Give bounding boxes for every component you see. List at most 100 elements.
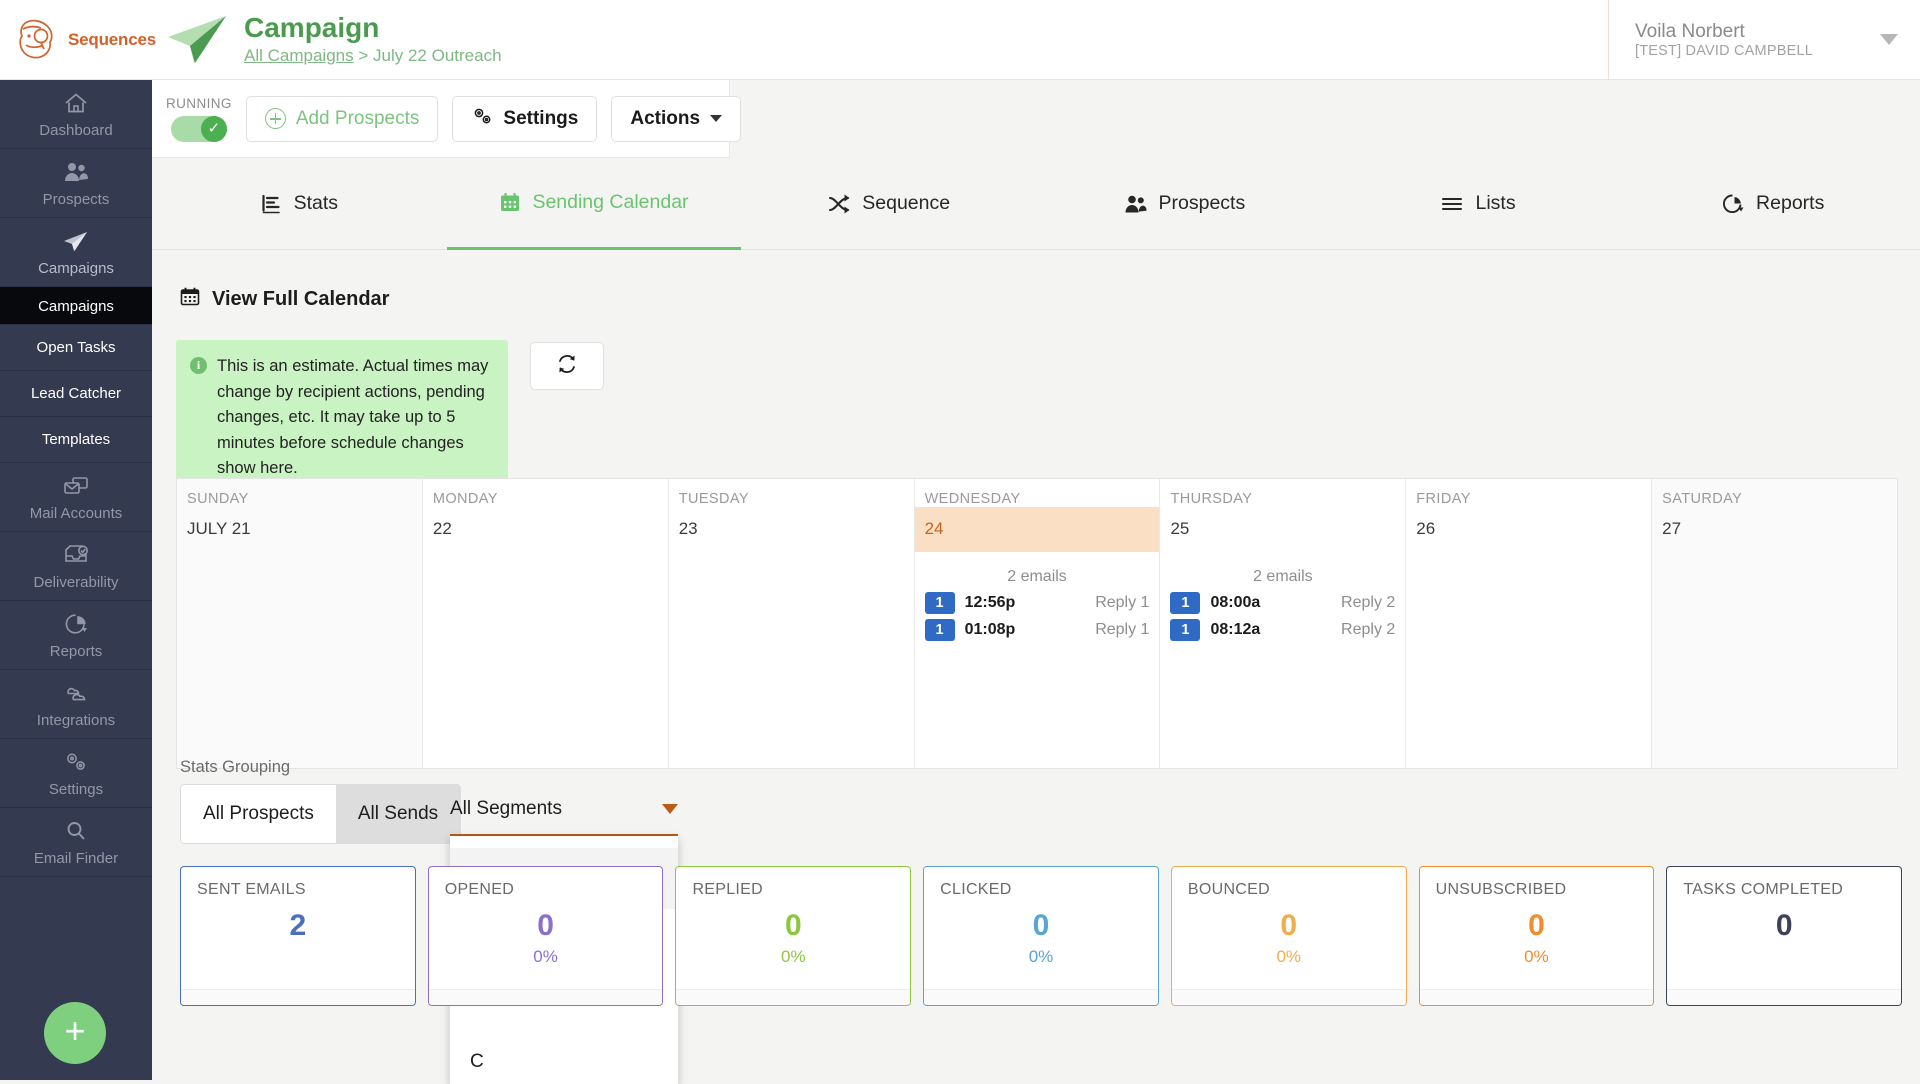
event-count-badge: 1 bbox=[1170, 592, 1200, 614]
stat-card-opened[interactable]: OPENED00% bbox=[428, 866, 664, 1006]
tab-prospects[interactable]: Prospects bbox=[1036, 158, 1331, 250]
calendar-day-body bbox=[1406, 552, 1651, 768]
user-account: [TEST] DAVID CAMPBELL bbox=[1635, 43, 1813, 59]
stat-card-value: 0 bbox=[940, 909, 1142, 943]
paper-plane-icon bbox=[164, 13, 230, 67]
tab-label: Stats bbox=[294, 192, 338, 215]
sidebar-item-label: Templates bbox=[42, 431, 110, 448]
tab-sending-calendar[interactable]: Sending Calendar bbox=[447, 158, 742, 250]
breadcrumb-all-campaigns[interactable]: All Campaigns bbox=[244, 46, 354, 65]
calendar-day-name: FRIDAY bbox=[1406, 479, 1651, 507]
sidebar-item-mail-accounts[interactable]: Mail Accounts bbox=[0, 463, 152, 532]
stat-card-tasks-completed[interactable]: TASKS COMPLETED0 bbox=[1666, 866, 1902, 1006]
calendar-event-row[interactable]: 108:00aReply 2 bbox=[1170, 592, 1395, 614]
actions-button[interactable]: Actions bbox=[611, 96, 741, 142]
calendar-week-row: SUNDAYJULY 21MONDAY22TUESDAY23WEDNESDAY2… bbox=[177, 479, 1897, 768]
calendar-event-row[interactable]: 101:08pReply 1 bbox=[925, 619, 1150, 641]
stat-card-value: 0 bbox=[1683, 909, 1885, 943]
add-prospects-button[interactable]: Add Prospects bbox=[246, 96, 439, 142]
stat-card-value: 0 bbox=[1436, 909, 1638, 943]
stat-card-footer bbox=[429, 989, 663, 1005]
sidebar-item-settings[interactable]: Settings bbox=[0, 739, 152, 808]
tab-label: Sending Calendar bbox=[532, 191, 688, 214]
stat-card-value: 0 bbox=[445, 909, 647, 943]
campaign-action-toolbar: RUNNING ✓ Add Prospects Settings Actions bbox=[152, 80, 730, 158]
calendar-day-name: TUESDAY bbox=[669, 479, 914, 507]
calendar-day-name: SATURDAY bbox=[1652, 479, 1897, 507]
calendar-event-row[interactable]: 112:56pReply 1 bbox=[925, 592, 1150, 614]
stat-card-clicked[interactable]: CLICKED00% bbox=[923, 866, 1159, 1006]
segment-option-c[interactable]: C bbox=[450, 1031, 678, 1084]
calendar-day-name: THURSDAY bbox=[1160, 479, 1405, 507]
info-icon: i bbox=[190, 357, 207, 374]
chevron-down-icon[interactable] bbox=[1880, 34, 1898, 45]
calendar-day-number: 22 bbox=[423, 507, 668, 552]
event-step-name: Reply 1 bbox=[1095, 621, 1149, 639]
calendar-day-name: WEDNESDAY bbox=[915, 479, 1160, 507]
event-time: 08:12a bbox=[1210, 621, 1260, 639]
add-new-button[interactable]: + bbox=[44, 1002, 106, 1064]
event-step-name: Reply 1 bbox=[1095, 594, 1149, 612]
stat-card-percent: 0% bbox=[940, 947, 1142, 967]
sidebar-item-label: Integrations bbox=[37, 712, 115, 729]
top-bar: Sequences Campaign All Campaigns > July … bbox=[0, 0, 1920, 80]
tab-lists[interactable]: Lists bbox=[1331, 158, 1626, 250]
sidebar-item-prospects[interactable]: Prospects bbox=[0, 149, 152, 218]
stat-card-label: BOUNCED bbox=[1188, 881, 1390, 899]
breadcrumb-current: July 22 Outreach bbox=[373, 46, 502, 65]
stat-card-bounced[interactable]: BOUNCED00% bbox=[1171, 866, 1407, 1006]
toggle-all-sends[interactable]: All Sends bbox=[336, 785, 460, 843]
sidebar-item-label: Prospects bbox=[43, 191, 110, 208]
stat-card-label: SENT EMAILS bbox=[197, 881, 399, 899]
calendar-day-column: TUESDAY23 bbox=[669, 479, 915, 768]
tab-sequence[interactable]: Sequence bbox=[741, 158, 1036, 250]
stat-card-footer bbox=[1420, 989, 1654, 1005]
brand-logo[interactable]: Sequences bbox=[0, 0, 152, 80]
tab-stats[interactable]: Stats bbox=[152, 158, 447, 250]
calendar-day-column: SATURDAY27 bbox=[1652, 479, 1897, 768]
norbert-face-icon bbox=[14, 16, 58, 64]
stat-card-percent: 0% bbox=[1188, 947, 1390, 967]
sidebar-item-templates[interactable]: Templates bbox=[0, 417, 152, 463]
stat-card-sent-emails[interactable]: SENT EMAILS2 bbox=[180, 866, 416, 1006]
sidebar-item-email-finder[interactable]: Email Finder bbox=[0, 808, 152, 877]
event-time: 12:56p bbox=[965, 594, 1016, 612]
sidebar-item-campaigns[interactable]: Campaigns bbox=[0, 218, 152, 287]
stat-card-replied[interactable]: REPLIED00% bbox=[675, 866, 911, 1006]
event-time: 01:08p bbox=[965, 621, 1016, 639]
calendar-event-row[interactable]: 108:12aReply 2 bbox=[1170, 619, 1395, 641]
sidebar-item-open-tasks[interactable]: Open Tasks bbox=[0, 325, 152, 371]
segment-select-trigger[interactable]: All Segments bbox=[450, 784, 678, 836]
sidebar-item-integrations[interactable]: Integrations bbox=[0, 670, 152, 739]
calendar-day-body bbox=[1652, 552, 1897, 768]
sidebar-item-campaigns-active[interactable]: Campaigns bbox=[0, 287, 152, 325]
campaign-running-toggle[interactable]: ✓ bbox=[171, 116, 227, 142]
chevron-down-icon bbox=[710, 115, 722, 122]
shuffle-icon bbox=[827, 193, 851, 215]
sidebar-item-lead-catcher[interactable]: Lead Catcher bbox=[0, 371, 152, 417]
view-full-calendar-button[interactable]: View Full Calendar bbox=[152, 250, 1920, 312]
refresh-icon bbox=[555, 352, 579, 381]
gears-icon bbox=[471, 106, 493, 132]
home-icon bbox=[4, 91, 148, 117]
sidebar-item-reports[interactable]: Reports bbox=[0, 601, 152, 670]
refresh-calendar-button[interactable] bbox=[530, 342, 604, 390]
sidebar-item-label: Reports bbox=[50, 643, 103, 660]
pie-chart-icon bbox=[4, 612, 148, 638]
sidebar-item-deliverability[interactable]: Deliverability bbox=[0, 532, 152, 601]
toggle-all-prospects[interactable]: All Prospects bbox=[181, 785, 336, 843]
list-icon bbox=[1440, 193, 1464, 215]
sidebar-item-dashboard[interactable]: Dashboard bbox=[0, 80, 152, 149]
running-label: RUNNING bbox=[166, 96, 232, 111]
brand-name: Sequences bbox=[68, 30, 156, 50]
user-menu[interactable]: Voila Norbert [TEST] DAVID CAMPBELL bbox=[1608, 0, 1920, 80]
settings-button[interactable]: Settings bbox=[452, 96, 597, 142]
stat-card-unsubscribed[interactable]: UNSUBSCRIBED00% bbox=[1419, 866, 1655, 1006]
breadcrumb: All Campaigns > July 22 Outreach bbox=[244, 46, 502, 66]
estimate-banner: i This is an estimate. Actual times may … bbox=[176, 340, 508, 496]
settings-label: Settings bbox=[503, 108, 578, 130]
calendar-emails-count: 2 emails bbox=[925, 560, 1150, 592]
calendar-day-column: THURSDAY252 emails108:00aReply 2108:12aR… bbox=[1160, 479, 1406, 768]
event-count-badge: 1 bbox=[1170, 619, 1200, 641]
tab-reports[interactable]: Reports bbox=[1625, 158, 1920, 250]
